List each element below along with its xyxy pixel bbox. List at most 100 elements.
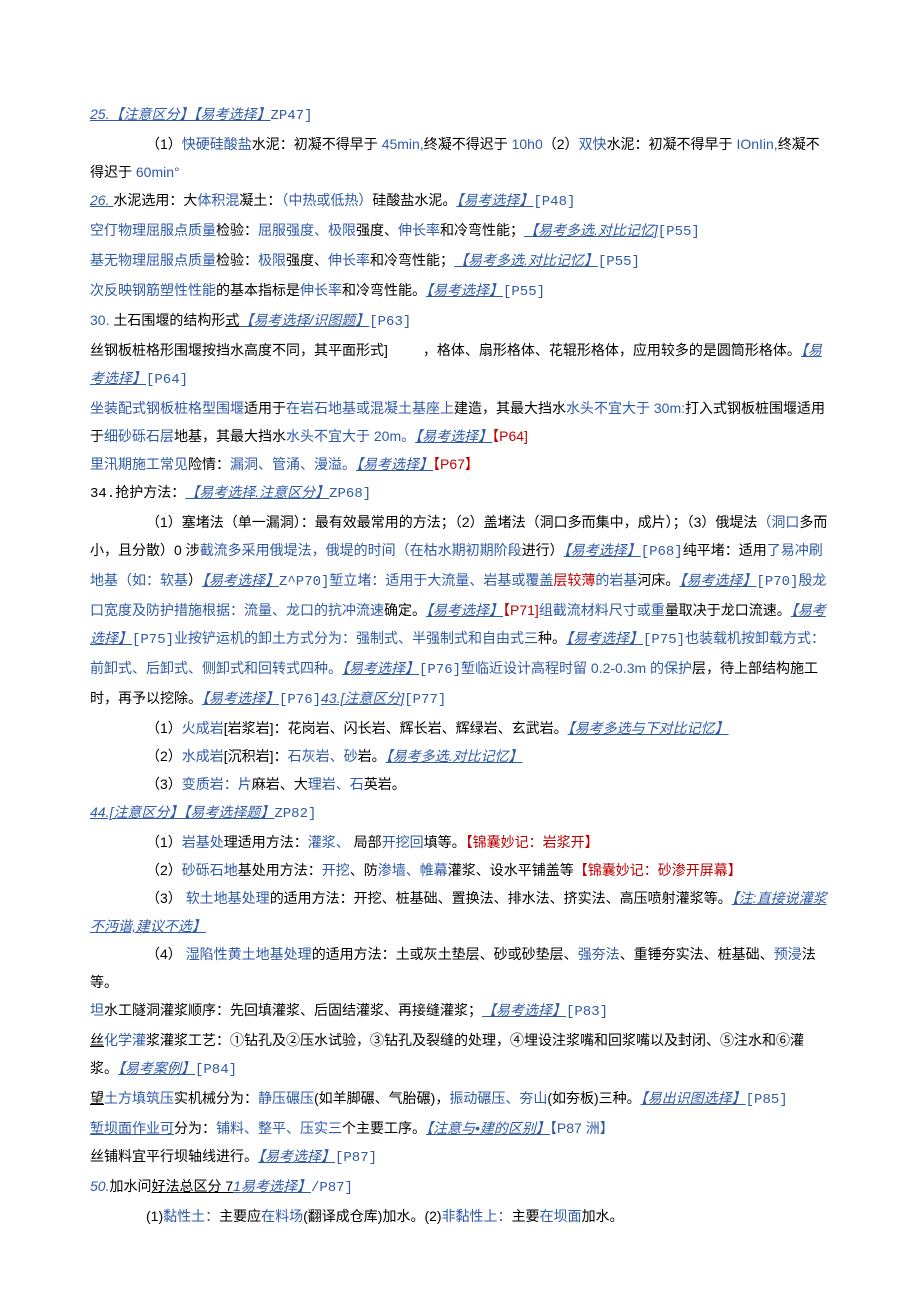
txt: 的适用方法：土或灰土垫层、砂或砂垫层、 [312,946,578,962]
txt: 水泥：初凝不得早于 [607,136,737,152]
tag: 【易考案例】 [118,1060,195,1076]
txt: 好法总区分 7 [151,1178,233,1194]
txt: 体积混 [197,192,239,208]
txt: 水泥选用：大 [113,192,197,208]
txt: 性能； [482,222,524,238]
txt: 灌浆、 [308,834,350,850]
txt: （3） [146,890,186,906]
txt: 河床。 [637,572,679,588]
txt: (如夯板)三种。 [547,1090,640,1106]
txt: 硅酸盐水泥。 [372,192,456,208]
ref: [P76] [279,692,321,708]
txt: 非黏性上： [442,1208,512,1224]
txt: 极限 [258,252,286,268]
line-ji: 基无物理屈服点质量检验：极限强度、伸长率和冷弯性能；【易考多选.对比记忆】[P5… [90,246,830,276]
txt: 在坝面 [540,1208,582,1224]
document-page: 25.【注意区分】【易考选择】ZP47] （1）快硬硅酸盐水泥：初凝不得早于 4… [90,100,830,1230]
ref: [P55] [658,224,700,240]
ref: [P48] [533,194,575,210]
txt: 漏洞、管涌、漫溢。 [230,456,356,472]
line-44-4: （4） 湿陷性黄土地基处理的适用方法：土或灰土垫层、砂或砂垫层、强夯法、重锤夯实… [90,940,830,996]
txt: 种。 [538,630,566,646]
line-tan: 坦水工隧洞灌浆顺序：先回填灌浆、后固结灌浆、再接缝灌浆；【易考选择】[P83] [90,996,830,1026]
txt: （1） [146,720,182,736]
txt: 火成岩 [182,720,224,736]
txt: 性能； [412,252,454,268]
txt: 纯平堵：适用 [683,542,767,558]
line-50: 50.加水问好法总区分 71易考选择】/P87] [90,1172,830,1202]
txt: 坦 [90,1002,104,1018]
line-44-2: （2）砂砾石地基处用方法：开挖、防渗墙、帷幕灌浆、设水平铺盖等【锦囊妙记：砂渗开… [90,856,830,884]
txt: 静压碾压 [258,1090,314,1106]
ref: [P55] [503,284,545,300]
txt: 水成岩 [182,748,224,764]
line-43-2: （2）水成岩[沉积岩]：石灰岩、砂岩。【易考多选.对比记忆】 [90,742,830,770]
txt: 组截流材料尺寸或重 [539,602,665,618]
ref: [P87] [335,1150,377,1166]
txt: 加水问 [109,1178,151,1194]
txt: [沉积岩]： [224,748,288,764]
txt: （2） [146,862,182,878]
txt: 英岩。 [364,776,406,792]
txt: （2） [146,748,182,764]
tag: 【易考多选.对比记忆】 [386,748,523,764]
txt: 式 [225,312,239,328]
line-44-3: （3） 软土地基处理的适用方法：开挖、桩基础、置换法、排水法、挤实法、高压喷射灌… [90,884,830,940]
txt: 50. [90,1178,109,1194]
line-25-body: （1）快硬硅酸盐水泥：初凝不得早于 45min,终凝不得迟于 10h0（2）双快… [90,130,830,186]
txt: 检验： [216,252,258,268]
txt: 终凝不得迟于 [424,136,512,152]
txt: 和冷弯 [440,222,482,238]
tag: 【易考多选.对比记忆】 [454,252,598,268]
txt: 理岩、石 [308,776,364,792]
txt: 凝土： [239,192,281,208]
tag: 【注意与•建的区别】 [426,1120,550,1136]
txt: （3） [146,776,182,792]
tag: 1易考选择】 [233,1178,311,1194]
txt: 里汛期施工常见 [90,456,188,472]
txt: 适用于 [244,400,286,416]
txt: 10h0 [512,136,543,152]
ref: [P76] [419,662,461,678]
txt: （洞口 [757,514,799,530]
txt: 抢护方法： [115,484,185,500]
txt: 屈服强度、极限 [258,222,356,238]
txt: 渗墙、帷幕 [378,862,448,878]
txt: 软土地基处理 [186,890,270,906]
tag: 44.[注意区分】【易考选择题】 [90,804,274,820]
txt: 量取决于龙口流速。 [665,602,791,618]
tag: 43.[注意区分] [321,690,404,706]
txt: 软基 [160,572,188,588]
txt: 土石围堰的结构形 [113,312,225,328]
txt: 的岩基 [595,572,637,588]
txt: 湿陷性黄土地基处理 [186,946,312,962]
txt: 伸长率 [328,252,370,268]
line-50-body: (1)黏性土：主要应在料场(翻译成仓库)加水。(2)非黏性上：主要在坝面加水。 [90,1202,830,1230]
line-44-1: （1）岩基处理适用方法：灌浆、 局部开挖回填等。【锦囊妙记：岩浆开】 [90,828,830,856]
ref: [P68] [641,544,683,560]
ref: ZP68] [329,486,371,502]
txt: 开挖 [322,862,350,878]
line-43-1: （1）火成岩[岩浆岩]：花岗岩、闪长岩、辉长岩、辉绿岩、玄武岩。【易考多选与下对… [90,714,830,742]
txt: 的基本指标是 [216,282,300,298]
txt: (翻译成仓库)加水。(2) [303,1208,441,1224]
ref-25: ZP47] [270,108,312,124]
txt: 主要 [512,1208,540,1224]
ref: [P70] [756,574,798,590]
line-26: 26. 水泥选用：大体积混凝土：（中热或低热）硅酸盐水泥。【易考选择】[P48] [90,186,830,216]
line-34-body: （1）塞堵法（单一漏洞）：最有效最常用的方法；（2）盖堵法（洞口多而集中，成片）… [90,508,830,714]
tag: 【易考选择】 [679,572,756,588]
txt: 建造，其最大挡水 [454,400,566,416]
txt: 岩。 [358,748,386,764]
txt: 主要应 [219,1208,261,1224]
tag: 【易出识图选择】 [641,1090,746,1106]
tag: 【易考多选与下对比记忆】 [568,720,729,736]
ref: [P85] [746,1092,788,1108]
txt: 的适用方法：开挖、桩基础、置换法、排水法、挤实法、高压喷射灌浆等。 [270,890,732,906]
line-li: 里汛期施工常见险情：漏洞、管涌、漫溢。【易考选择】【P67】 [90,450,830,478]
txt: 水头不宜大于 20m。 [286,428,415,444]
txt: (1) [146,1208,163,1224]
txt: 局部 [350,834,382,850]
txt: 麻岩、大 [252,776,308,792]
txt: ）0 涉 [160,542,200,558]
